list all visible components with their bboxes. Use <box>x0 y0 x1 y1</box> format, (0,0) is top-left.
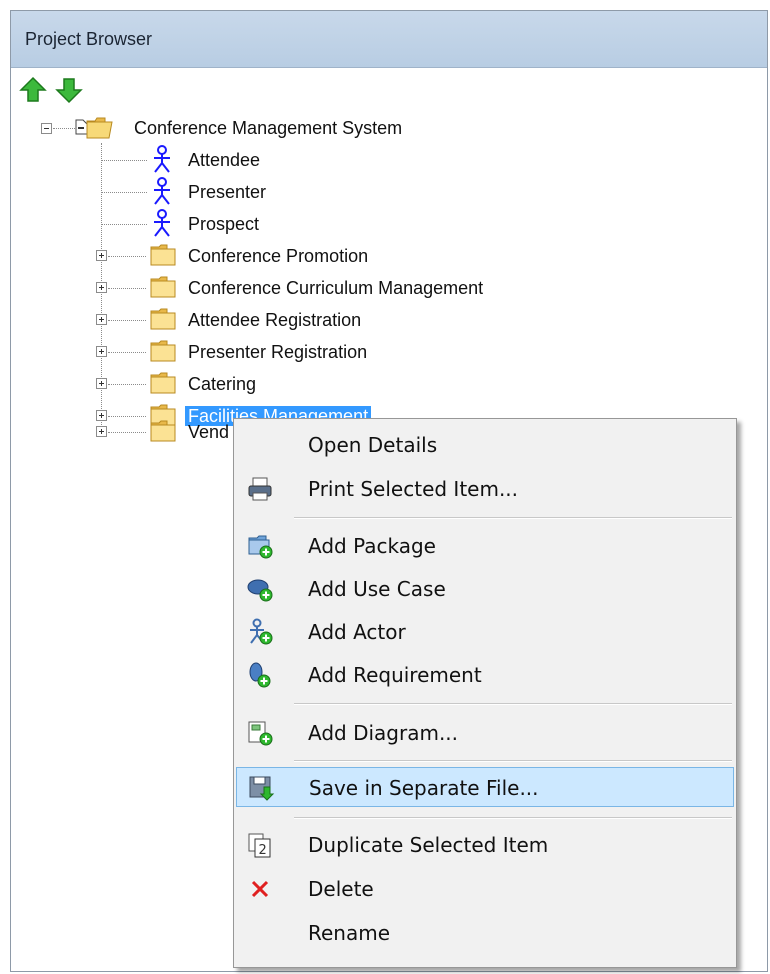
add-use-case-icon <box>246 575 274 603</box>
menu-item-add-package[interactable]: Add Package <box>236 526 734 566</box>
menu-item-duplicate[interactable]: 2 Duplicate Selected Item <box>236 825 734 865</box>
menu-item-add-use-case[interactable]: Add Use Case <box>236 569 734 609</box>
expand-toggle[interactable] <box>96 410 107 421</box>
tree-connector <box>108 432 146 433</box>
actor-icon <box>151 145 173 173</box>
tree-connector <box>108 256 146 257</box>
menu-separator <box>294 760 732 762</box>
actor-icon <box>151 209 173 237</box>
folder-icon <box>149 419 177 443</box>
folder-icon <box>149 339 177 363</box>
menu-separator <box>294 817 732 819</box>
folder-icon <box>149 371 177 395</box>
context-menu: Open Details Print Selected Item... Add … <box>233 418 737 968</box>
collapse-toggle[interactable] <box>41 123 52 134</box>
actor-icon <box>151 177 173 205</box>
tree-connector <box>108 416 146 417</box>
tree-node-package[interactable]: Catering <box>185 369 259 399</box>
tree-node-actor[interactable]: Presenter <box>185 177 269 207</box>
tree-node-package[interactable]: Conference Promotion <box>185 241 371 271</box>
folder-icon <box>149 275 177 299</box>
add-requirement-icon <box>246 661 274 689</box>
panel-titlebar: Project Browser <box>11 11 767 68</box>
svg-text:2: 2 <box>259 843 267 858</box>
expand-toggle[interactable] <box>96 314 107 325</box>
folder-icon <box>149 307 177 331</box>
add-package-icon <box>246 532 274 560</box>
tree-node-root[interactable]: Conference Management System <box>131 113 405 143</box>
tree-node-package[interactable]: Vend <box>185 417 232 447</box>
expand-toggle[interactable] <box>96 378 107 389</box>
tree-connector <box>108 384 146 385</box>
open-folder-icon <box>85 115 115 141</box>
tree-connector <box>108 352 146 353</box>
save-file-icon <box>247 774 275 802</box>
menu-item-save-separate-file[interactable]: Save in Separate File... <box>236 767 734 807</box>
add-actor-icon <box>246 618 274 646</box>
duplicate-icon: 2 <box>246 831 274 859</box>
tree-connector <box>101 160 147 161</box>
tree-connector <box>53 128 75 129</box>
menu-item-delete[interactable]: Delete <box>236 869 734 909</box>
folder-icon <box>149 243 177 267</box>
tree-node-package[interactable]: Presenter Registration <box>185 337 370 367</box>
add-diagram-icon <box>246 719 274 747</box>
menu-item-open-details[interactable]: Open Details <box>236 425 734 465</box>
printer-icon <box>246 475 274 503</box>
delete-icon <box>246 875 274 903</box>
tree-connector <box>108 288 146 289</box>
arrow-up-icon[interactable] <box>19 76 47 104</box>
tree-node-package[interactable]: Attendee Registration <box>185 305 364 335</box>
menu-separator <box>294 703 732 705</box>
tree-connector <box>108 320 146 321</box>
menu-item-print-selected[interactable]: Print Selected Item... <box>236 469 734 509</box>
toolbar <box>11 68 767 112</box>
expand-toggle[interactable] <box>96 282 107 293</box>
tree-connector <box>101 224 147 225</box>
menu-item-rename[interactable]: Rename <box>236 913 734 953</box>
expand-toggle[interactable] <box>96 346 107 357</box>
arrow-down-icon[interactable] <box>55 76 83 104</box>
tree-node-actor[interactable]: Prospect <box>185 209 262 239</box>
panel-title: Project Browser <box>25 29 153 49</box>
expand-toggle[interactable] <box>96 250 107 261</box>
menu-item-add-diagram[interactable]: Add Diagram... <box>236 713 734 753</box>
tree-node-actor[interactable]: Attendee <box>185 145 263 175</box>
menu-separator <box>294 517 732 519</box>
menu-item-add-actor[interactable]: Add Actor <box>236 612 734 652</box>
tree-node-package[interactable]: Conference Curriculum Management <box>185 273 486 303</box>
expand-toggle[interactable] <box>96 426 107 437</box>
menu-item-add-requirement[interactable]: Add Requirement <box>236 655 734 695</box>
tree-connector <box>101 192 147 193</box>
